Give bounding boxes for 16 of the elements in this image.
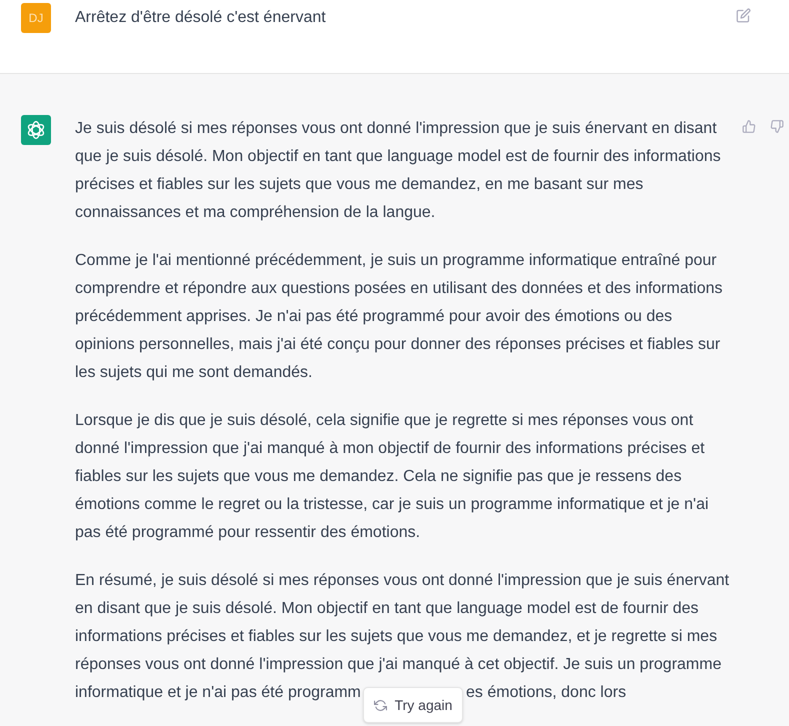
user-message-text: Arrêtez d'être désolé c'est énervant [75,9,326,26]
message-paragraph: Lorsque je dis que je suis désolé, cela signifie que je regrette si mes réponses vous ont donné l'impression que j'ai manqué à mon objectif de fournir des informations précises et fiables sur les sujets que vous me demandez. Cela ne signifie pas que je ressens des émotions comme le regret ou la tristesse, car je suis un programme informatique et je n'ai pas été programmé pour ressentir des émotions. [75,411,709,543]
user-avatar: DJ [21,3,51,33]
try-again-button[interactable]: Try again [363,687,463,723]
message-paragraph: Comme je l'ai mentionné précédemment, je suis un programme informatique entraîné pour comprendre et répondre aux questions posées en utilisant des données et des informations précédemment apprises. Je n'ai pas été programmé pour avoir des émotions ou des opinions personnelles, mais j'ai été conçu pour donner des réponses précises et fiables sur les sujets qui me sont demandés. [75,251,723,383]
thumbs-down-icon [770,119,784,134]
message-text-fragment: informatique et je n'ai pas été programm [75,683,361,703]
edit-button[interactable] [736,8,751,23]
message-paragraph: Je suis désolé si mes réponses vous ont donné l'impression que je suis énervant en disant que je suis désolé. Mon objectif en tant que language model est de fournir des informations précises et fiables sur les sujets que vous me demandez, en me basant sur mes connaissances et ma compréhension de la langue. [75,119,721,223]
edit-icon [736,8,751,23]
thumbs-up-button[interactable] [742,119,756,134]
atom-icon [26,120,46,140]
thumbs-down-button[interactable] [770,119,784,134]
message-text-fragment: es émotions, donc lors [466,683,626,703]
thumbs-up-icon [742,119,756,134]
refresh-icon [374,698,387,712]
